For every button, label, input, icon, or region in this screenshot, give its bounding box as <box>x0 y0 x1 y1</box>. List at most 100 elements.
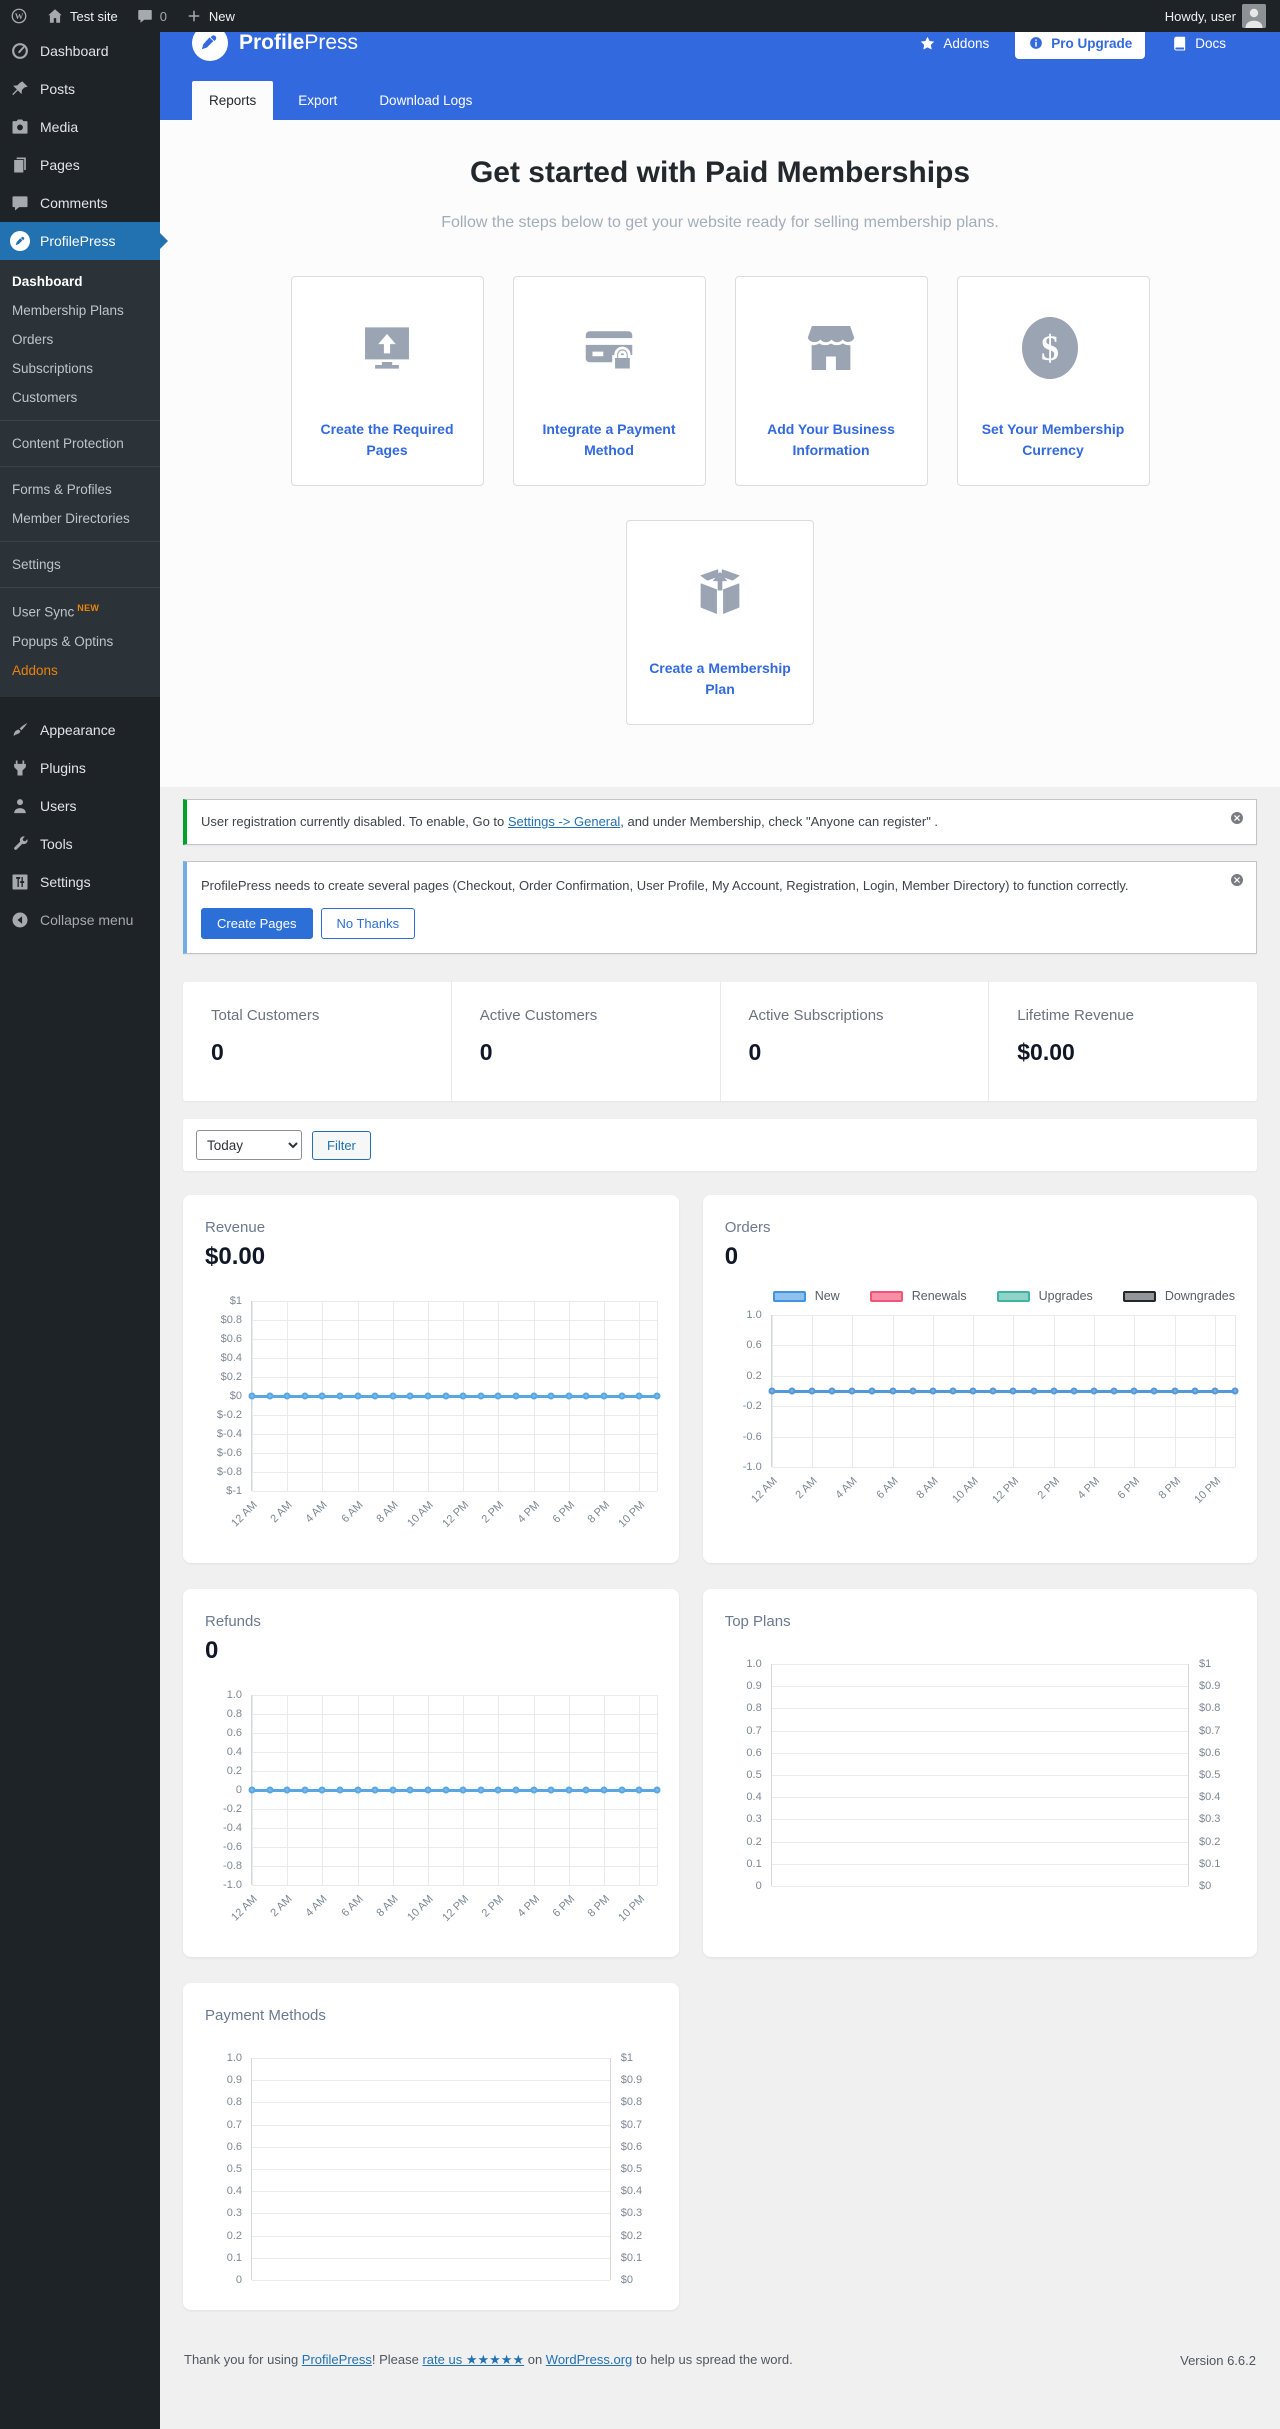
data-point-marker <box>768 1387 776 1395</box>
submenu-item-label: Membership Plans <box>12 303 124 318</box>
data-point-marker <box>301 1392 309 1400</box>
docs-link[interactable]: Docs <box>1171 35 1226 52</box>
site-name-link[interactable]: Test site <box>46 7 118 25</box>
profilepress-submenu: Dashboard Membership Plans Orders Subscript… <box>0 260 160 697</box>
submenu-item-label: Addons <box>12 662 58 678</box>
sidebar-item-label: Settings <box>40 873 91 890</box>
sidebar-item-comments[interactable]: Comments <box>0 184 160 222</box>
gridline-horizontal <box>771 1752 1188 1754</box>
setup-card-create-the-required-pages[interactable]: Create the Required Pages <box>290 276 484 486</box>
sidebar-item-profilepress[interactable]: ProfilePress <box>0 222 168 260</box>
submenu-item-settings[interactable]: Settings <box>0 550 160 579</box>
y-tick-label: 1.0 <box>226 2052 242 2064</box>
comments-shortcut[interactable]: 0 <box>136 7 167 25</box>
sidebar-item-plugins[interactable]: Plugins <box>0 749 160 787</box>
profilepress-footer-link[interactable]: ProfilePress <box>302 2352 372 2367</box>
legend-item-new[interactable]: New <box>772 1289 840 1303</box>
x-axis-labels: 12 AM 2 AM 4 AM 6 AM 8 AM 10 AM 12 PM 2 PM 4 PM 6… <box>229 1885 657 1939</box>
data-point-marker <box>336 1392 344 1400</box>
filter-button[interactable]: Filter <box>312 1130 371 1160</box>
gridline-horizontal <box>252 2169 610 2170</box>
sidebar-item-media[interactable]: Media <box>0 108 160 146</box>
submenu-item-label: Subscriptions <box>12 361 94 376</box>
y-tick-label: 0.2 <box>746 1369 762 1382</box>
y-tick-label: $0.3 <box>620 2207 643 2220</box>
settings-general-link[interactable]: Settings -> General <box>508 814 620 829</box>
submenu-item-customers[interactable]: Customers <box>0 383 160 412</box>
submenu-item-subscriptions[interactable]: Subscriptions <box>0 354 160 383</box>
setup-card-add-your-business-information[interactable]: Add Your Business Information <box>734 276 928 486</box>
setup-card-create-a-membership-plan[interactable]: Create a Membership Plan <box>626 520 814 725</box>
legend-item-downgrades[interactable]: Downgrades <box>1122 1289 1235 1303</box>
x-axis-labels: 12 AM 2 AM 4 AM 6 AM 8 AM 10 AM 12 PM 2 PM 4 PM 6… <box>229 1491 657 1545</box>
tab-download-logs[interactable]: Download Logs <box>362 81 489 120</box>
submenu-item-member-directories[interactable]: Member Directories <box>0 504 160 533</box>
addons-link[interactable]: Addons <box>919 35 989 52</box>
y-axis-labels: 1.0 0.8 0.6 0.4 0.2 0 -0.2 -0.4 -0.6 -0.8 -1.0 <box>205 1689 251 1891</box>
submenu-item-forms-profiles[interactable]: Forms & Profiles <box>0 475 160 504</box>
legend-label: Upgrades <box>1038 1289 1093 1303</box>
wordpress-logo-icon: W <box>10 7 28 25</box>
submenu-item-popups-optins[interactable]: Popups & Optins <box>0 627 160 656</box>
setup-card-label: Add Your Business Information <box>767 421 895 458</box>
create-pages-button[interactable]: Create Pages <box>201 908 313 939</box>
tab-export[interactable]: Export <box>281 81 354 120</box>
tab-reports[interactable]: Reports <box>192 81 274 120</box>
wp-admin-sidebar: Dashboard Posts Media Pages Comments ProfileP… <box>0 32 168 2429</box>
account-menu[interactable]: Howdy, user <box>1165 4 1266 28</box>
plot-area <box>248 1301 661 1492</box>
gridline-horizontal <box>771 1708 1188 1710</box>
legend-item-renewals[interactable]: Renewals <box>869 1289 967 1303</box>
submenu-item-content-protection[interactable]: Content Protection <box>0 429 160 458</box>
no-thanks-button[interactable]: No Thanks <box>320 908 416 939</box>
wordpress-org-link[interactable]: WordPress.org <box>546 2352 632 2367</box>
sidebar-item-appearance[interactable]: Appearance <box>0 711 160 749</box>
submenu-item-label: Customers <box>12 390 78 405</box>
x-tick-label: 2 PM <box>479 1893 507 1920</box>
data-point-marker <box>1050 1387 1058 1395</box>
wordpress-logo-menu[interactable]: W <box>10 7 28 25</box>
y-tick-label: 0.9 <box>746 1680 762 1693</box>
data-point-marker <box>600 1786 608 1794</box>
submenu-item-user-sync[interactable]: User Sync NEW <box>0 596 160 627</box>
submenu-item-orders[interactable]: Orders <box>0 325 160 354</box>
chart-plot-row: 1.0 0.6 0.2 -0.2 -0.6 -1.0 <box>725 1309 1239 1473</box>
submenu-item-dashboard[interactable]: Dashboard <box>0 267 160 296</box>
chart-value: 0 <box>724 1243 739 1270</box>
y-tick-label: -1.0 <box>223 1879 242 1891</box>
sidebar-item-posts[interactable]: Posts <box>0 70 160 108</box>
data-point-marker <box>389 1786 397 1794</box>
gridline-horizontal <box>252 1434 657 1435</box>
y-tick-label: 1.0 <box>746 1309 762 1321</box>
legend-item-upgrades[interactable]: Upgrades <box>996 1289 1093 1303</box>
x-tick-label: 12 AM <box>228 1499 260 1530</box>
sidebar-item-settings[interactable]: Settings <box>0 863 160 901</box>
submenu-item-membership-plans[interactable]: Membership Plans <box>0 296 160 325</box>
x-tick-label: 12 AM <box>748 1475 780 1506</box>
sidebar-item-users[interactable]: Users <box>0 787 160 825</box>
sidebar-item-tools[interactable]: Tools <box>0 825 160 863</box>
x-tick-label: 8 AM <box>374 1893 401 1920</box>
date-range-select[interactable]: Today <box>196 1130 302 1160</box>
summary-stats: Total Customers 0 Active Customers 0 Active … <box>183 982 1257 1101</box>
data-point-marker <box>459 1392 467 1400</box>
legend-swatch <box>772 1290 806 1302</box>
gridline-horizontal <box>771 1730 1188 1732</box>
new-content-menu[interactable]: New <box>185 7 235 25</box>
rate-us-link[interactable]: rate us ★★★★★ <box>422 2352 524 2367</box>
sidebar-item-dashboard[interactable]: Dashboard <box>0 32 160 70</box>
x-tick-label: 4 AM <box>303 1499 331 1526</box>
submenu-item-addons[interactable]: Addons <box>0 656 160 685</box>
sidebar-item-pages[interactable]: Pages <box>0 146 160 184</box>
setup-card-integrate-a-payment-method[interactable]: Integrate a Payment Method <box>512 276 706 486</box>
setup-card-set-your-membership-currency[interactable]: $ Set Your Membership Currency <box>956 276 1150 486</box>
y-tick-label: $0.6 <box>220 1333 242 1345</box>
footer-text-mid1: ! Please <box>371 2352 423 2367</box>
sidebar-item-collapse-menu[interactable]: Collapse menu <box>0 901 160 939</box>
box-icon <box>689 561 751 623</box>
dismiss-icon[interactable] <box>1228 871 1246 889</box>
footer-text: Thank you for using ProfilePress! Please… <box>184 2352 793 2368</box>
dismiss-icon[interactable] <box>1228 809 1246 827</box>
site-name-label: Test site <box>70 8 118 24</box>
y-tick-label: $-0.8 <box>216 1466 242 1478</box>
